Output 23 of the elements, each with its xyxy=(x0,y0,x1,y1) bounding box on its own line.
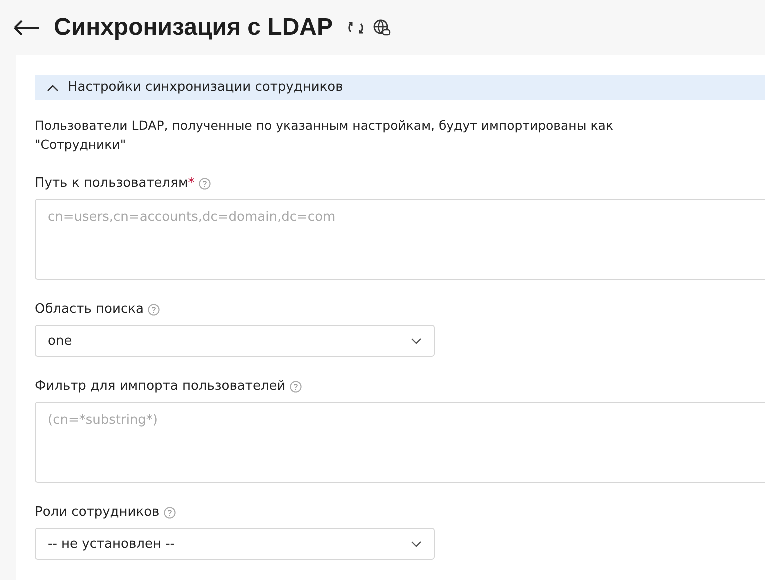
text-area[interactable]: (cn=*substring*) xyxy=(35,402,765,483)
required-mark: * xyxy=(188,176,195,191)
field-label: Роли сотрудников xyxy=(35,505,160,520)
section-header[interactable]: Настройки синхронизации сотрудников xyxy=(35,75,765,100)
help-icon[interactable] xyxy=(198,178,211,190)
page-title: Синхронизация с LDAP xyxy=(54,14,333,42)
help-icon[interactable] xyxy=(148,304,160,316)
field-label: Путь к пользователям xyxy=(35,176,188,191)
field-label: Фильтр для импорта пользователей xyxy=(35,379,286,394)
globe-icon[interactable] xyxy=(373,18,391,36)
caret-icon xyxy=(411,540,422,548)
back-button[interactable] xyxy=(14,20,40,36)
help-icon[interactable] xyxy=(164,506,176,518)
back-arrow-icon xyxy=(14,20,40,36)
help-icon[interactable] xyxy=(290,380,302,392)
section-title: Настройки синхронизации сотрудников xyxy=(68,80,344,95)
chevron-icon xyxy=(47,84,59,92)
caret-icon xyxy=(411,338,422,344)
select-dropdown[interactable]: -- не установлен -- xyxy=(35,528,435,560)
text-area[interactable]: cn=users,cn=accounts,dc=domain,dc=com xyxy=(35,199,765,280)
select-dropdown[interactable]: one xyxy=(35,325,435,357)
field-label: Область поиска xyxy=(35,302,144,317)
section-description: Пользователи LDAP, полученные по указанным настройкам, будут импортированы как "Сотрудники" xyxy=(35,117,614,154)
